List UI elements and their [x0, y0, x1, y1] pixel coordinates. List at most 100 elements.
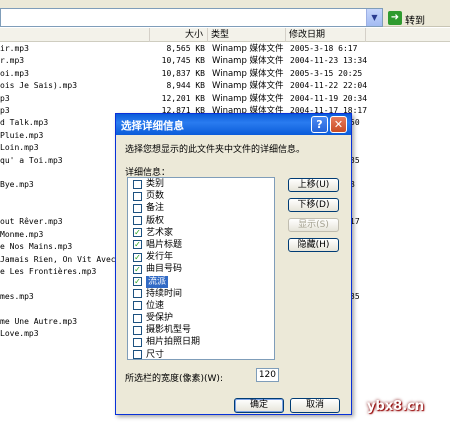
details-item-label: 页数 — [146, 191, 165, 202]
file-name: d Talk.mp3 — [0, 118, 49, 128]
file-type: Winamp 媒体文件 — [212, 93, 284, 104]
details-list-item[interactable]: ✓ 艺术家 — [128, 227, 274, 239]
details-list-item[interactable]: 类别 — [128, 178, 274, 190]
file-name: Bye.mp3 — [0, 180, 34, 190]
file-date: 2004-11-22 22:04 — [290, 81, 368, 91]
details-item-label: 唱片标题 — [146, 239, 183, 250]
checkbox[interactable] — [133, 325, 142, 335]
file-name: mes.mp3 — [0, 291, 34, 301]
checkbox[interactable]: ✓ — [133, 228, 142, 238]
column-type-header[interactable]: 类型 — [208, 28, 286, 42]
checkbox[interactable] — [133, 337, 142, 347]
address-bar: ▼ ➜ 转到 — [0, 0, 450, 27]
details-item-label: 相片拍照日期 — [146, 337, 201, 348]
file-name: Pluie.mp3 — [0, 130, 44, 140]
details-item-label: 类别 — [146, 179, 165, 189]
file-date: 2004-11-23 13:34 — [290, 56, 368, 66]
details-item-label: 版权 — [146, 215, 165, 226]
close-icon[interactable]: ✕ — [330, 116, 347, 133]
file-name: out Rêver.mp3 — [0, 217, 63, 227]
details-list-item[interactable]: 持续时间 — [128, 288, 274, 300]
move-down-button[interactable]: 下移(D) — [288, 198, 339, 212]
column-size-header[interactable]: 大小 — [150, 28, 208, 42]
checkbox[interactable] — [133, 216, 142, 226]
help-icon[interactable]: ? — [311, 116, 328, 133]
details-list-item[interactable]: ✓ 唱片标题 — [128, 239, 274, 251]
file-size: 8,944 KB — [166, 81, 205, 91]
details-list-item[interactable]: 版权 — [128, 215, 274, 227]
file-name: Loin.mp3 — [0, 143, 39, 153]
checkbox[interactable] — [133, 289, 142, 299]
address-dropdown-icon[interactable]: ▼ — [366, 9, 382, 26]
checkbox[interactable] — [133, 203, 142, 213]
details-item-label: 艺术家 — [146, 227, 174, 238]
file-name: p3 — [0, 93, 10, 103]
file-name: ir.mp3 — [0, 44, 29, 53]
cancel-button[interactable]: 取消 — [290, 398, 340, 413]
file-name: r.mp3 — [0, 56, 25, 66]
file-date: 2005-3-15 20:25 — [290, 68, 363, 78]
file-type: Winamp 媒体文件 — [212, 81, 284, 92]
details-item-label: 流派 — [146, 275, 169, 288]
details-item-label: 尺寸 — [146, 349, 165, 360]
checkbox[interactable]: ✓ — [133, 277, 142, 286]
checkbox[interactable] — [133, 191, 142, 201]
dialog-titlebar[interactable]: 选择详细信息 ? ✕ — [116, 114, 351, 135]
details-list-item[interactable]: 备注 — [128, 202, 274, 214]
column-width-input[interactable]: 120 — [256, 368, 279, 382]
ok-button[interactable]: 确定 — [234, 398, 284, 413]
checkbox[interactable] — [133, 313, 142, 323]
file-name: Monme.mp3 — [0, 229, 44, 239]
file-row[interactable]: ois Je Sais).mp3 8,944 KB Winamp 媒体文件 2004-… — [0, 80, 450, 92]
checkbox[interactable]: ✓ — [133, 264, 142, 274]
details-item-label: 位速 — [146, 300, 165, 311]
go-arrow-icon[interactable]: ➜ — [388, 11, 402, 25]
details-list-item[interactable]: 位速 — [128, 300, 274, 312]
file-size: 10,837 KB — [161, 68, 205, 78]
details-list-item[interactable]: 页数 — [128, 190, 274, 202]
file-type: Winamp 媒体文件 — [212, 68, 284, 79]
dialog-title: 选择详细信息 — [121, 120, 184, 132]
details-list-item[interactable]: 尺寸 — [128, 349, 274, 360]
details-list-item[interactable]: 摄影机型号 — [128, 324, 274, 336]
details-list-item[interactable]: 受保护 — [128, 312, 274, 324]
details-item-label: 持续时间 — [146, 288, 183, 299]
details-list-item[interactable]: ✓ 发行年 — [128, 251, 274, 263]
file-type: Winamp 媒体文件 — [212, 44, 284, 54]
file-name: Love.mp3 — [0, 328, 39, 338]
checkbox[interactable]: ✓ — [133, 240, 142, 250]
details-item-label: 曲目号码 — [146, 264, 183, 275]
details-listbox[interactable]: 类别 页数 备注 版权 ✓ 艺术家 ✓ 唱片标题 ✓ 发行年 ✓ 曲目号码 ✓ 流派 持续时间 位速 受保护 摄影… — [127, 177, 275, 360]
file-row[interactable]: r.mp3 10,745 KB Winamp 媒体文件 2004-11-23 13:3… — [0, 55, 450, 67]
file-size: 8,565 KB — [166, 44, 205, 53]
file-row[interactable]: p3 12,201 KB Winamp 媒体文件 2004-11-19 20:34 — [0, 93, 450, 105]
checkbox[interactable] — [133, 179, 142, 189]
file-name: e Les Frontières.mp3 — [0, 267, 97, 277]
details-list-item[interactable]: 相片拍照日期 — [128, 336, 274, 348]
dialog-description: 选择您想显示的此文件夹中文件的详细信息。 — [125, 145, 306, 155]
file-type: Winamp 媒体文件 — [212, 56, 284, 67]
hide-button[interactable]: 隐藏(H) — [288, 238, 339, 252]
file-row[interactable]: ir.mp3 8,565 KB Winamp 媒体文件 2005-3-18 6:17 — [0, 43, 450, 55]
checkbox[interactable]: ✓ — [133, 252, 142, 262]
file-name: p3 — [0, 105, 10, 115]
file-row[interactable]: oi.mp3 10,837 KB Winamp 媒体文件 2005-3-15 20:2… — [0, 68, 450, 80]
file-name: oi.mp3 — [0, 68, 29, 78]
column-header-bar: 大小 类型 修改日期 — [0, 28, 450, 42]
file-name: me Une Autre.mp3 — [0, 316, 78, 326]
details-list-item[interactable]: ✓ 曲目号码 — [128, 263, 274, 275]
choose-details-dialog: 选择详细信息 ? ✕ 选择您想显示的此文件夹中文件的详细信息。 详细信息： 类别… — [115, 113, 352, 415]
details-item-label: 摄影机型号 — [146, 325, 192, 336]
file-size: 10,745 KB — [161, 56, 205, 66]
file-name: ois Je Sais).mp3 — [0, 81, 78, 91]
column-name-header[interactable] — [0, 28, 150, 42]
details-list-item[interactable]: ✓ 流派 — [128, 275, 274, 288]
column-date-header[interactable]: 修改日期 — [286, 28, 366, 42]
column-width-label: 所选栏的宽度(像素)(W): — [125, 374, 223, 384]
move-up-button[interactable]: 上移(U) — [288, 178, 339, 192]
checkbox[interactable] — [133, 301, 142, 311]
go-button[interactable]: 转到 — [405, 12, 425, 27]
checkbox[interactable] — [133, 350, 142, 359]
address-input[interactable]: ▼ — [0, 8, 383, 27]
show-button[interactable]: 显示(S) — [288, 218, 339, 232]
